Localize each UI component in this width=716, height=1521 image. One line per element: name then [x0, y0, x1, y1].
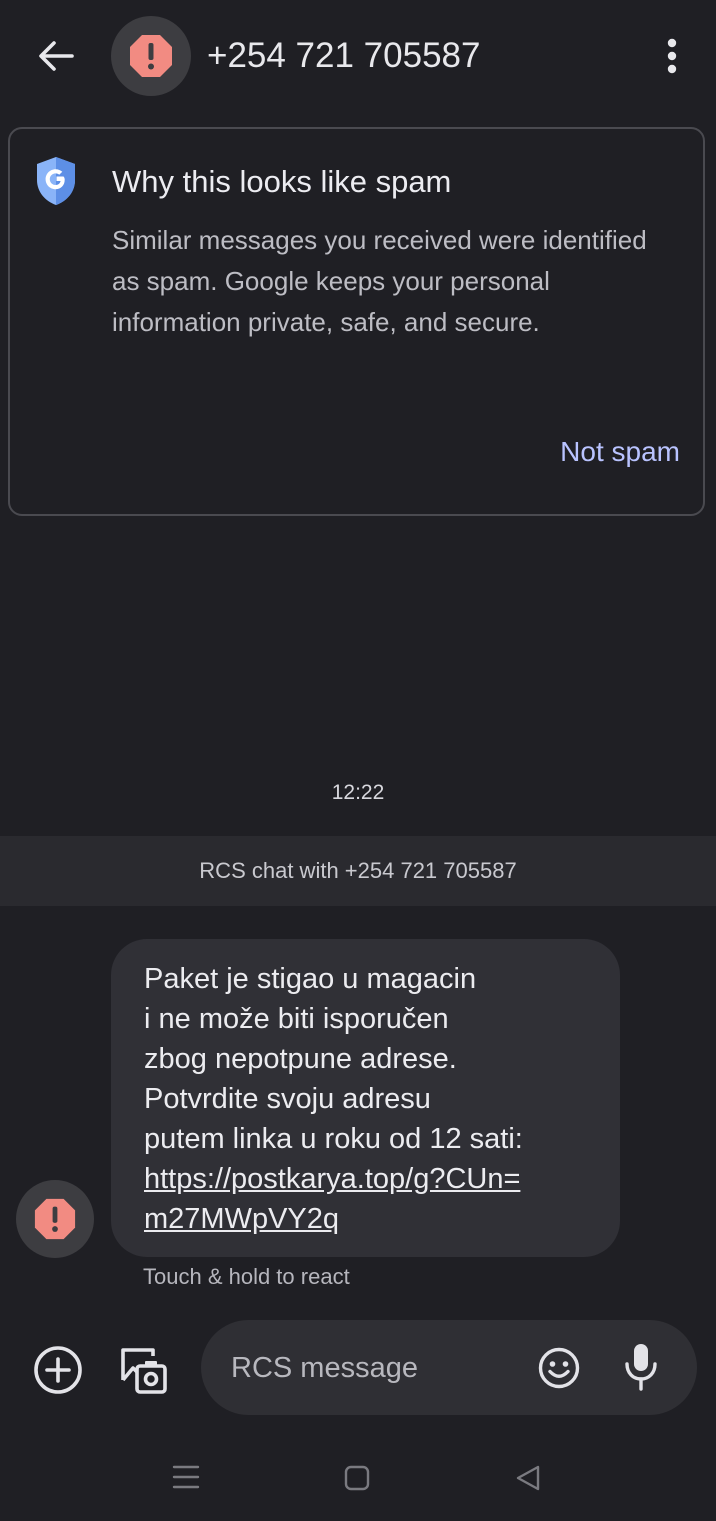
contact-name: +254 721 705587	[207, 36, 481, 75]
compose-bar	[201, 1320, 697, 1415]
spam-card-description: Similar messages you received were ident…	[112, 225, 647, 337]
not-spam-button[interactable]: Not spam	[540, 430, 680, 474]
home-icon[interactable]	[344, 1465, 370, 1491]
react-hint: Touch & hold to react	[143, 1264, 350, 1289]
gallery-camera-icon[interactable]	[115, 1344, 169, 1398]
sender-avatar[interactable]	[16, 1180, 94, 1258]
recents-icon[interactable]	[172, 1464, 200, 1490]
warning-icon	[34, 1198, 76, 1240]
spam-card-title: Why this looks like spam	[112, 164, 452, 199]
contact-avatar[interactable]	[111, 16, 191, 96]
arrow-left-icon	[39, 41, 74, 71]
message-bubble[interactable]: Paket je stigao u magacin i ne može biti…	[111, 939, 620, 1257]
message-timestamp: 12:22	[331, 781, 385, 804]
message-input[interactable]	[229, 1342, 523, 1394]
more-options-button[interactable]	[648, 28, 696, 84]
back-button[interactable]	[28, 28, 84, 84]
google-shield-icon	[37, 157, 75, 205]
back-icon[interactable]	[514, 1464, 542, 1492]
message-text: Paket je stigao u magacin i ne može biti…	[144, 963, 523, 1155]
message-link[interactable]: https://postkarya.top/g?CUn= m27MWpVY2q	[144, 1159, 590, 1239]
mic-icon[interactable]	[623, 1342, 659, 1392]
rcs-banner-text: RCS chat with +254 721 705587	[199, 858, 517, 883]
emoji-icon[interactable]	[537, 1346, 581, 1390]
warning-icon	[130, 35, 172, 77]
rcs-chat-banner: RCS chat with +254 721 705587	[0, 836, 716, 906]
more-vert-icon	[667, 38, 677, 74]
add-circle-icon[interactable]	[32, 1344, 84, 1396]
